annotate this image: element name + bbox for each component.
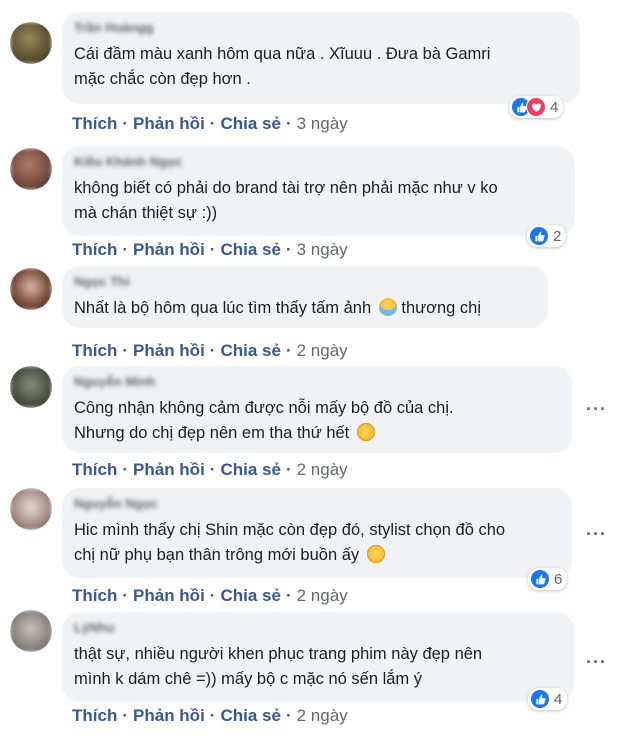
more-options-icon[interactable]: ··· [586, 524, 607, 545]
more-options-icon[interactable]: ··· [586, 399, 607, 420]
comment-bubble: Trần Hoàngg Cái đầm màu xanh hôm qua nữa… [62, 12, 580, 104]
share-button[interactable]: Chia sẻ [220, 586, 280, 605]
avatar[interactable] [10, 268, 52, 310]
like-button[interactable]: Thích [72, 586, 117, 605]
share-button[interactable]: Chia sẻ [220, 114, 280, 133]
comment-text-line: Nhất là bộ hôm qua lúc tìm thấy tấm ảnh … [74, 296, 536, 321]
like-icon [529, 226, 549, 246]
comment-text-line: mình k dám chê =)) mấy bộ c mặc nó sến l… [74, 670, 423, 688]
comment-text-part: Nhưng do chị đẹp nên em tha thứ hết [74, 424, 350, 442]
comment-text-part: Nhất là bộ hôm qua lúc tìm thấy tấm ảnh [74, 299, 372, 317]
comment-actions: Thích · Phản hồi · Chia sẻ · 3 ngày [72, 240, 348, 259]
comment-timestamp[interactable]: 2 ngày [297, 460, 348, 479]
avatar[interactable] [10, 148, 52, 190]
like-icon [530, 689, 550, 709]
reaction-summary[interactable]: 4 [509, 96, 564, 118]
comment-text-line: Cái đầm màu xanh hôm qua nữa . Xĩuuu . Đ… [74, 45, 491, 63]
comment-actions: Thích · Phản hồi · Chia sẻ · 2 ngày [72, 341, 348, 360]
share-button[interactable]: Chia sẻ [220, 706, 280, 725]
comment-bubble: Nguyễn Minh Công nhận không cảm được nỗi… [62, 366, 572, 453]
reply-button[interactable]: Phản hồi [133, 586, 205, 605]
like-button[interactable]: Thích [72, 706, 117, 725]
comment-author[interactable]: Nguyễn Ngọc [74, 496, 560, 512]
share-button[interactable]: Chia sẻ [220, 341, 280, 360]
comment-actions: Thích · Phản hồi · Chia sẻ · 2 ngày [72, 460, 348, 479]
comment-author[interactable]: Ngọc Thi [74, 274, 536, 290]
comment-thread: Trần Hoàngg Cái đầm màu xanh hôm qua nữa… [0, 0, 620, 738]
like-button[interactable]: Thích [72, 240, 117, 259]
more-options-icon[interactable]: ··· [586, 652, 607, 673]
comment-bubble: LýNhu thật sự, nhiều người khen phục tra… [62, 612, 574, 702]
avatar[interactable] [10, 22, 52, 64]
reaction-count: 4 [550, 98, 559, 116]
comment-text-line: mặc chắc còn đẹp hơn . [74, 70, 251, 88]
comment-actions: Thích · Phản hồi · Chia sẻ · 3 ngày [72, 114, 348, 133]
pensive-face-emoji [366, 545, 385, 563]
like-button[interactable]: Thích [72, 341, 117, 360]
comment-text-line: chị nữ phụ bạn thân trông mới buồn ấy [74, 543, 560, 568]
like-button[interactable]: Thích [72, 460, 117, 479]
comment-timestamp[interactable]: 3 ngày [297, 240, 348, 259]
smiling-face-emoji [356, 423, 375, 441]
reply-button[interactable]: Phản hồi [133, 114, 205, 133]
comment-text-line: mà chán thiệt sự :)) [74, 204, 218, 222]
share-button[interactable]: Chia sẻ [220, 240, 280, 259]
comment-timestamp[interactable]: 2 ngày [297, 586, 348, 605]
avatar[interactable] [10, 366, 52, 408]
reply-button[interactable]: Phản hồi [133, 460, 205, 479]
share-button[interactable]: Chia sẻ [220, 460, 280, 479]
comment-bubble: Kiều Khánh Ngọc không biết có phải do br… [62, 146, 575, 236]
comment-text-line: không biết có phải do brand tài trợ nên … [74, 179, 498, 197]
comment-text-line: thật sự, nhiều người khen phục trang phi… [74, 645, 483, 663]
comment-text-part: chị nữ phụ bạn thân trông mới buồn ấy [74, 546, 360, 564]
comment-text-line: Công nhận không cảm được nỗi mấy bộ đồ c… [74, 399, 454, 417]
comment-timestamp[interactable]: 3 ngày [297, 114, 348, 133]
anxious-face-emoji [378, 298, 397, 316]
like-button[interactable]: Thích [72, 114, 117, 133]
like-icon [530, 569, 550, 589]
reply-button[interactable]: Phản hồi [133, 706, 205, 725]
avatar[interactable] [10, 488, 52, 530]
comment-author[interactable]: Trần Hoàngg [74, 20, 568, 36]
avatar[interactable] [10, 610, 52, 652]
comment-text-line: Nhưng do chị đẹp nên em tha thứ hết [74, 421, 560, 446]
comment-text-part: thương chị [401, 299, 482, 317]
comment-author[interactable]: LýNhu [74, 620, 562, 636]
comment-author[interactable]: Nguyễn Minh [74, 374, 560, 390]
comment-text-line: Hic mình thấy chị Shin mặc còn đẹp đó, s… [74, 521, 506, 539]
reaction-count: 6 [554, 570, 563, 588]
reaction-summary[interactable]: 6 [528, 568, 568, 590]
reaction-count: 2 [553, 227, 562, 245]
reaction-summary[interactable]: 2 [527, 225, 567, 247]
comment-actions: Thích · Phản hồi · Chia sẻ · 2 ngày [72, 586, 348, 605]
comment-timestamp[interactable]: 2 ngày [297, 341, 348, 360]
comment-bubble: Nguyễn Ngọc Hic mình thấy chị Shin mặc c… [62, 488, 572, 578]
love-icon [526, 97, 546, 117]
comment-timestamp[interactable]: 2 ngày [297, 706, 348, 725]
reaction-summary[interactable]: 4 [528, 688, 568, 710]
reply-button[interactable]: Phản hồi [133, 240, 205, 259]
comment-actions: Thích · Phản hồi · Chia sẻ · 2 ngày [72, 706, 348, 725]
comment-author[interactable]: Kiều Khánh Ngọc [74, 154, 563, 170]
reaction-count: 4 [554, 690, 563, 708]
comment-bubble: Ngọc Thi Nhất là bộ hôm qua lúc tìm thấy… [62, 266, 548, 328]
reply-button[interactable]: Phản hồi [133, 341, 205, 360]
